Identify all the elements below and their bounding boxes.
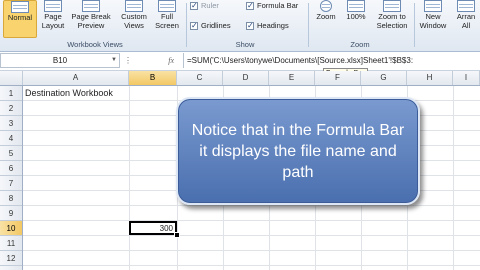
name-box-value: B10	[52, 56, 68, 65]
fill-handle[interactable]	[174, 232, 180, 238]
row-header-6[interactable]: 6	[0, 161, 22, 176]
gridlines-check-icon	[190, 20, 198, 31]
new-window-button[interactable]: New Window	[416, 0, 450, 38]
page-layout-label: Page Layout	[41, 12, 65, 30]
zoom-group-label: Zoom	[350, 40, 370, 49]
row-header-10[interactable]: 10	[0, 221, 22, 236]
row-header-4[interactable]: 4	[0, 131, 22, 146]
column-header-d[interactable]: D	[223, 71, 269, 85]
normal-view-button[interactable]: Normal	[3, 0, 37, 38]
full-screen-button[interactable]: Full Screen	[152, 0, 182, 38]
column-header-b[interactable]: B	[129, 71, 177, 85]
gridline	[23, 235, 480, 236]
page-layout-icon	[44, 0, 62, 12]
row-header-11[interactable]: 11	[0, 236, 22, 251]
formula-bar-checkbox[interactable]: Formula Bar	[246, 0, 298, 11]
page-layout-button[interactable]: Page Layout	[38, 0, 68, 38]
zoom-100-icon	[347, 0, 365, 12]
zoom-100-button[interactable]: 100%	[342, 0, 370, 38]
page-break-preview-button[interactable]: Page Break Preview	[68, 0, 114, 38]
formula-buttons: ⋮ fx	[124, 53, 182, 68]
row-header-5[interactable]: 5	[0, 146, 22, 161]
column-header-e[interactable]: E	[269, 71, 315, 85]
headings-check-icon	[246, 20, 254, 31]
divider-dots: ⋮	[124, 56, 132, 65]
formula-bar-check-icon	[246, 0, 254, 11]
gridline	[23, 220, 480, 221]
custom-views-button[interactable]: Custom Views	[118, 0, 150, 38]
gridline	[23, 265, 480, 266]
page-break-label: Page Break Preview	[71, 12, 111, 30]
gridline	[129, 86, 130, 270]
column-header-a[interactable]: A	[23, 71, 129, 85]
column-header-f[interactable]: F	[315, 71, 361, 85]
row-header-2[interactable]: 2	[0, 101, 22, 116]
column-header-g[interactable]: G	[361, 71, 407, 85]
chevron-down-icon[interactable]: ▼	[111, 54, 117, 67]
formula-bar: B10 ▼ ⋮ fx =SUM('C:\Users\tonywe\Documen…	[0, 52, 480, 71]
ribbon-separator	[414, 3, 415, 47]
name-box[interactable]: B10 ▼	[0, 53, 120, 68]
row-header-8[interactable]: 8	[0, 191, 22, 206]
column-header-i[interactable]: I	[453, 71, 480, 85]
gridline	[23, 205, 480, 206]
ruler-checkbox[interactable]: Ruler	[190, 0, 219, 11]
row-headers: 1 2 3 4 5 6 7 8 9 10 11 12	[0, 86, 23, 270]
custom-views-label: Custom Views	[121, 12, 147, 30]
column-header-c[interactable]: C	[177, 71, 223, 85]
zoom-icon	[320, 0, 332, 12]
formula-input[interactable]: =SUM('C:\Users\tonywe\Documents\[Source.…	[183, 53, 480, 68]
annotation-callout: Notice that in the Formula Bar it displa…	[176, 97, 420, 205]
ruler-check-icon	[190, 0, 198, 11]
custom-views-icon	[125, 0, 143, 12]
ribbon-separator	[308, 3, 309, 47]
new-window-icon	[424, 0, 442, 12]
full-screen-icon	[158, 0, 176, 12]
gridline	[453, 86, 454, 270]
arrange-all-button[interactable]: Arran All	[452, 0, 480, 38]
normal-view-icon	[11, 1, 29, 13]
callout-text: Notice that in the Formula Bar it displa…	[191, 121, 405, 181]
row-header-9[interactable]: 9	[0, 206, 22, 221]
zoom-to-selection-button[interactable]: Zoom to Selection	[372, 0, 412, 38]
column-header-h[interactable]: H	[407, 71, 453, 85]
ribbon-separator	[186, 3, 187, 47]
fx-icon[interactable]: fx	[168, 56, 174, 65]
page-break-icon	[82, 0, 100, 12]
workbook-views-group-label: Workbook Views	[67, 40, 123, 49]
row-header-12[interactable]: 12	[0, 251, 22, 266]
row-header-7[interactable]: 7	[0, 176, 22, 191]
gridline	[23, 250, 480, 251]
row-header-1[interactable]: 1	[0, 86, 22, 101]
full-screen-label: Full Screen	[155, 12, 179, 30]
zoom-selection-icon	[383, 0, 401, 12]
select-all-corner[interactable]	[0, 71, 23, 85]
show-group-label: Show	[235, 40, 255, 49]
ribbon: Normal Page Layout Page Break Preview Cu…	[0, 0, 480, 52]
normal-view-label: Normal	[7, 13, 33, 22]
gridlines-checkbox[interactable]: Gridlines	[190, 20, 231, 31]
cell-b10-selected[interactable]: 300	[129, 221, 177, 235]
column-headers: A B C D E F G H I	[0, 71, 480, 86]
headings-checkbox[interactable]: Headings	[246, 20, 289, 31]
arrange-all-icon	[457, 0, 475, 12]
row-header-3[interactable]: 3	[0, 116, 22, 131]
cell-a1[interactable]: Destination Workbook	[25, 86, 113, 101]
zoom-button[interactable]: Zoom	[312, 0, 340, 38]
